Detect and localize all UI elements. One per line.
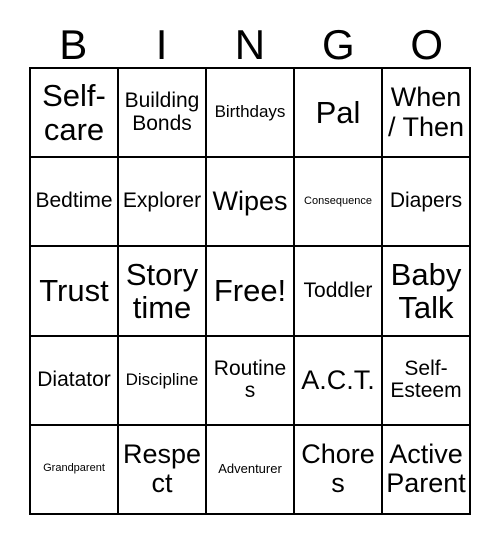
bingo-row: Diatator Discipline Routines A.C.T. Self-Est…	[31, 336, 471, 426]
bingo-row: Bedtime Explorer Wipes Consequence Diapers	[31, 158, 471, 248]
bingo-cell-label: Wipes	[212, 186, 288, 217]
bingo-cell[interactable]: Diapers	[383, 158, 471, 248]
bingo-cell-label: Active Parent	[386, 439, 466, 499]
bingo-cell[interactable]: Discipline	[119, 336, 207, 426]
bingo-cell-label: Pal	[315, 94, 361, 130]
bingo-cell[interactable]: Building Bonds	[119, 69, 207, 159]
bingo-row: Grandparent Respect Adventurer Chores Active…	[31, 425, 471, 516]
bingo-cell[interactable]: Wipes	[207, 158, 295, 248]
bingo-cell[interactable]: Free!	[207, 247, 295, 337]
bingo-cell[interactable]: When / Then	[383, 69, 471, 159]
bingo-cell-label: Bedtime	[35, 189, 113, 213]
bingo-cell-label: Consequence	[304, 194, 372, 207]
bingo-cell-label: Free!	[213, 273, 287, 309]
bingo-cell-label: Chores	[301, 439, 375, 499]
bingo-card: B I N G O Self-care Building Bonds Birthda…	[29, 11, 472, 516]
bingo-grid: Self-care Building Bonds Birthdays Pal When …	[29, 67, 471, 516]
bingo-cell[interactable]: Consequence	[295, 158, 383, 248]
bingo-header-letter-n: N	[234, 21, 266, 68]
bingo-cell-label: Adventurer	[218, 461, 282, 477]
bingo-cell-label: Building Bonds	[124, 88, 200, 135]
bingo-cell[interactable]: Birthdays	[207, 69, 295, 159]
bingo-row: Self-care Building Bonds Birthdays Pal When …	[31, 69, 471, 159]
bingo-cell-label: Birthdays	[214, 102, 286, 122]
bingo-cell-label: When / Then	[387, 82, 465, 142]
bingo-cell-label: Routines	[213, 356, 287, 403]
bingo-cell-label: A.C.T.	[301, 364, 375, 395]
bingo-header-letter-b: B	[59, 21, 88, 68]
bingo-cell-label: Self-care	[42, 78, 106, 147]
bingo-cell[interactable]: Diatator	[31, 336, 119, 426]
bingo-cell[interactable]: Baby Talk	[383, 247, 471, 337]
bingo-cell-label: Explorer	[122, 189, 202, 213]
bingo-cell[interactable]: Bedtime	[31, 158, 119, 248]
bingo-cell[interactable]: Respect	[119, 425, 207, 516]
bingo-header-row: B I N G O	[29, 11, 471, 67]
bingo-cell[interactable]: Pal	[295, 69, 383, 159]
bingo-cell[interactable]: Self-Esteem	[383, 336, 471, 426]
bingo-cell-label: Trust	[39, 273, 109, 309]
bingo-cell[interactable]: Grandparent	[31, 425, 119, 516]
bingo-cell[interactable]: Chores	[295, 425, 383, 516]
bingo-cell-label: Respect	[122, 439, 202, 499]
bingo-cell-label: Toddler	[303, 278, 373, 302]
bingo-cell-label: Diatator	[37, 367, 111, 391]
bingo-cell[interactable]: Routines	[207, 336, 295, 426]
bingo-cell-label: Baby Talk	[390, 256, 462, 325]
bingo-cell-label: Discipline	[125, 370, 199, 390]
bingo-row: Trust Story time Free! Toddler Baby Talk	[31, 247, 471, 337]
bingo-cell-label: Grandparent	[43, 462, 105, 475]
bingo-header-letter-i: I	[155, 21, 168, 68]
bingo-cell-label: Story time	[125, 256, 199, 325]
bingo-cell[interactable]: Explorer	[119, 158, 207, 248]
bingo-cell-label: Self-Esteem	[390, 356, 462, 403]
bingo-cell[interactable]: Adventurer	[207, 425, 295, 516]
bingo-header-letter-g: G	[322, 21, 355, 68]
bingo-cell-label: Diapers	[389, 189, 463, 213]
bingo-cell[interactable]: Self-care	[31, 69, 119, 159]
bingo-cell[interactable]: Toddler	[295, 247, 383, 337]
bingo-cell[interactable]: Active Parent	[383, 425, 471, 516]
bingo-cell[interactable]: Trust	[31, 247, 119, 337]
bingo-cell[interactable]: A.C.T.	[295, 336, 383, 426]
bingo-header-letter-o: O	[410, 21, 444, 68]
bingo-cell[interactable]: Story time	[119, 247, 207, 337]
